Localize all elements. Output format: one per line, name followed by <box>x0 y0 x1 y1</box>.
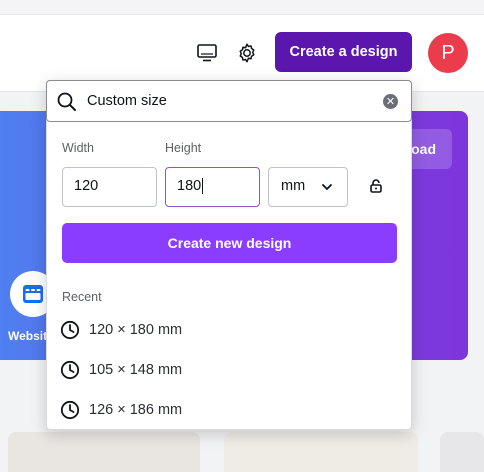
recent-item[interactable]: 126 × 186 mm <box>60 395 182 425</box>
clock-icon <box>60 400 80 420</box>
template-card[interactable] <box>8 432 200 472</box>
create-new-design-button[interactable]: Create new design <box>62 223 397 263</box>
template-card[interactable] <box>440 432 484 472</box>
browser-top-strip <box>0 0 484 15</box>
recent-item[interactable]: 120 × 180 mm <box>60 315 182 345</box>
template-card[interactable] <box>224 432 418 472</box>
website-label: Websit <box>8 329 48 343</box>
height-field[interactable]: 180 <box>165 167 260 207</box>
clock-icon <box>60 360 80 380</box>
width-label: Width <box>62 141 94 155</box>
recent-item-label: 126 × 186 mm <box>89 402 183 418</box>
width-value: 120 <box>74 178 99 194</box>
height-value: 180 <box>177 178 202 194</box>
unit-select[interactable]: mm <box>268 167 348 207</box>
unit-value: mm <box>281 178 306 194</box>
search-input[interactable]: Custom size ✕ <box>46 80 412 122</box>
desktop-icon[interactable] <box>194 40 220 66</box>
custom-size-dropdown: Custom size ✕ Width Height 120 180 mm Cr… <box>46 80 412 430</box>
recent-heading: Recent <box>62 290 102 304</box>
clock-icon <box>60 320 80 340</box>
recent-item[interactable]: 105 × 148 mm <box>60 355 182 385</box>
settings-gear-icon[interactable] <box>234 40 260 66</box>
browser-window-icon <box>23 285 43 303</box>
create-a-design-button[interactable]: Create a design <box>275 32 412 72</box>
search-icon <box>57 92 76 111</box>
text-caret <box>202 178 204 195</box>
avatar[interactable]: P <box>428 33 468 73</box>
chevron-down-icon <box>322 184 332 190</box>
clear-search-icon[interactable]: ✕ <box>383 94 398 109</box>
search-value: Custom size <box>87 93 167 109</box>
unlock-aspect-ratio-icon[interactable] <box>369 178 383 194</box>
recent-item-label: 120 × 180 mm <box>89 322 183 338</box>
height-label: Height <box>165 141 202 155</box>
width-field[interactable]: 120 <box>62 167 157 207</box>
recent-item-label: 105 × 148 mm <box>89 362 183 378</box>
